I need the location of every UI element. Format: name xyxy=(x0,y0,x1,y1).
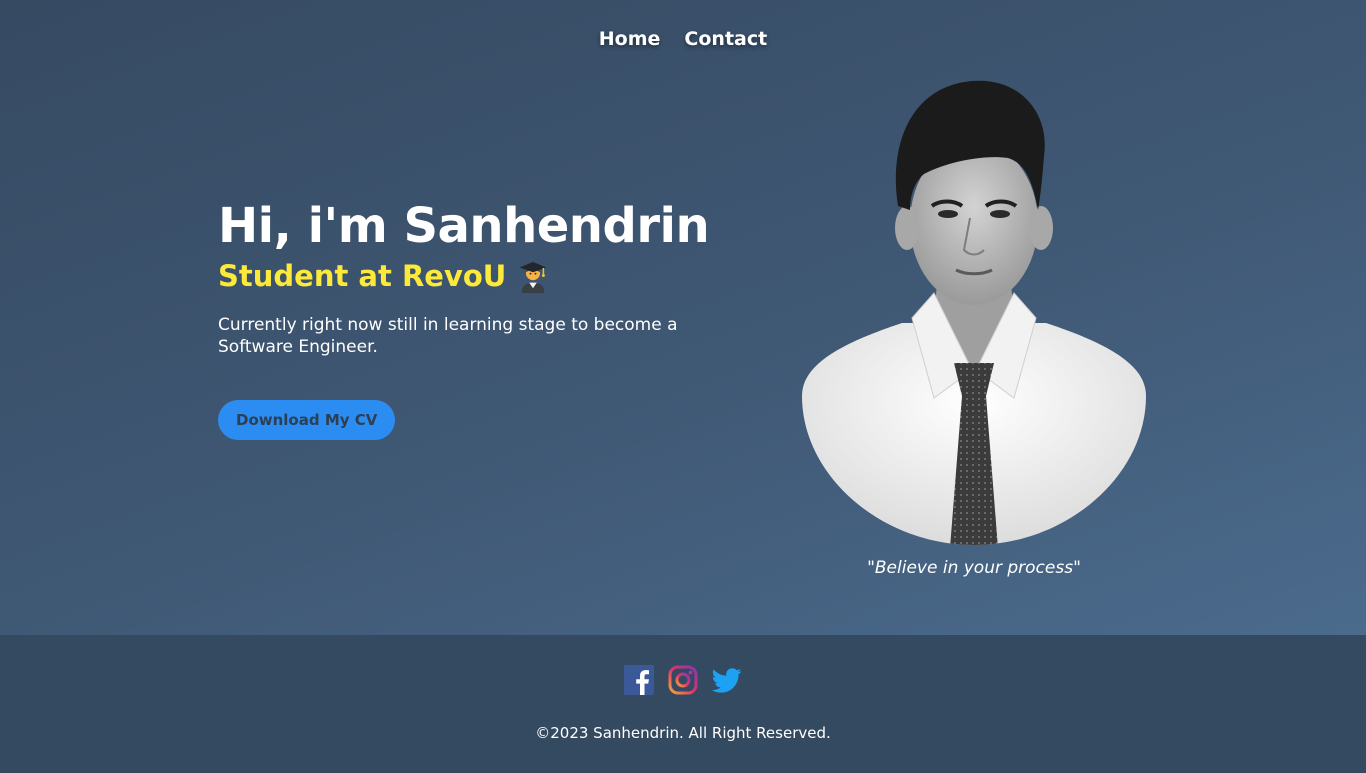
instagram-icon[interactable] xyxy=(668,665,698,695)
quote: "Believe in your process" xyxy=(867,558,1081,578)
subtitle-text: Student at RevoU xyxy=(218,259,507,293)
intro-block: Hi, i'm Sanhendrin Student at RevoU Curr… xyxy=(218,196,738,440)
social-links xyxy=(0,665,1366,695)
page-title: Hi, i'm Sanhendrin xyxy=(218,198,710,254)
facebook-icon[interactable] xyxy=(624,665,654,695)
description: Currently right now still in learning st… xyxy=(218,315,678,357)
nav-home-link[interactable]: Home xyxy=(599,28,661,50)
nav-contact-link[interactable]: Contact xyxy=(684,28,767,50)
top-nav: Home Contact xyxy=(0,28,1366,50)
hero-section: Home Contact Hi, i'm Sanhendrin Student … xyxy=(0,0,1366,635)
download-cv-button[interactable]: Download My CV xyxy=(218,400,396,440)
graduate-icon xyxy=(520,261,547,293)
twitter-icon[interactable] xyxy=(711,665,742,695)
footer: ©2023 Sanhendrin. All Right Reserved. xyxy=(0,635,1366,773)
subtitle: Student at RevoU xyxy=(218,258,738,294)
profile-photo xyxy=(802,80,1146,545)
copyright-text: ©2023 Sanhendrin. All Right Reserved. xyxy=(535,724,831,742)
